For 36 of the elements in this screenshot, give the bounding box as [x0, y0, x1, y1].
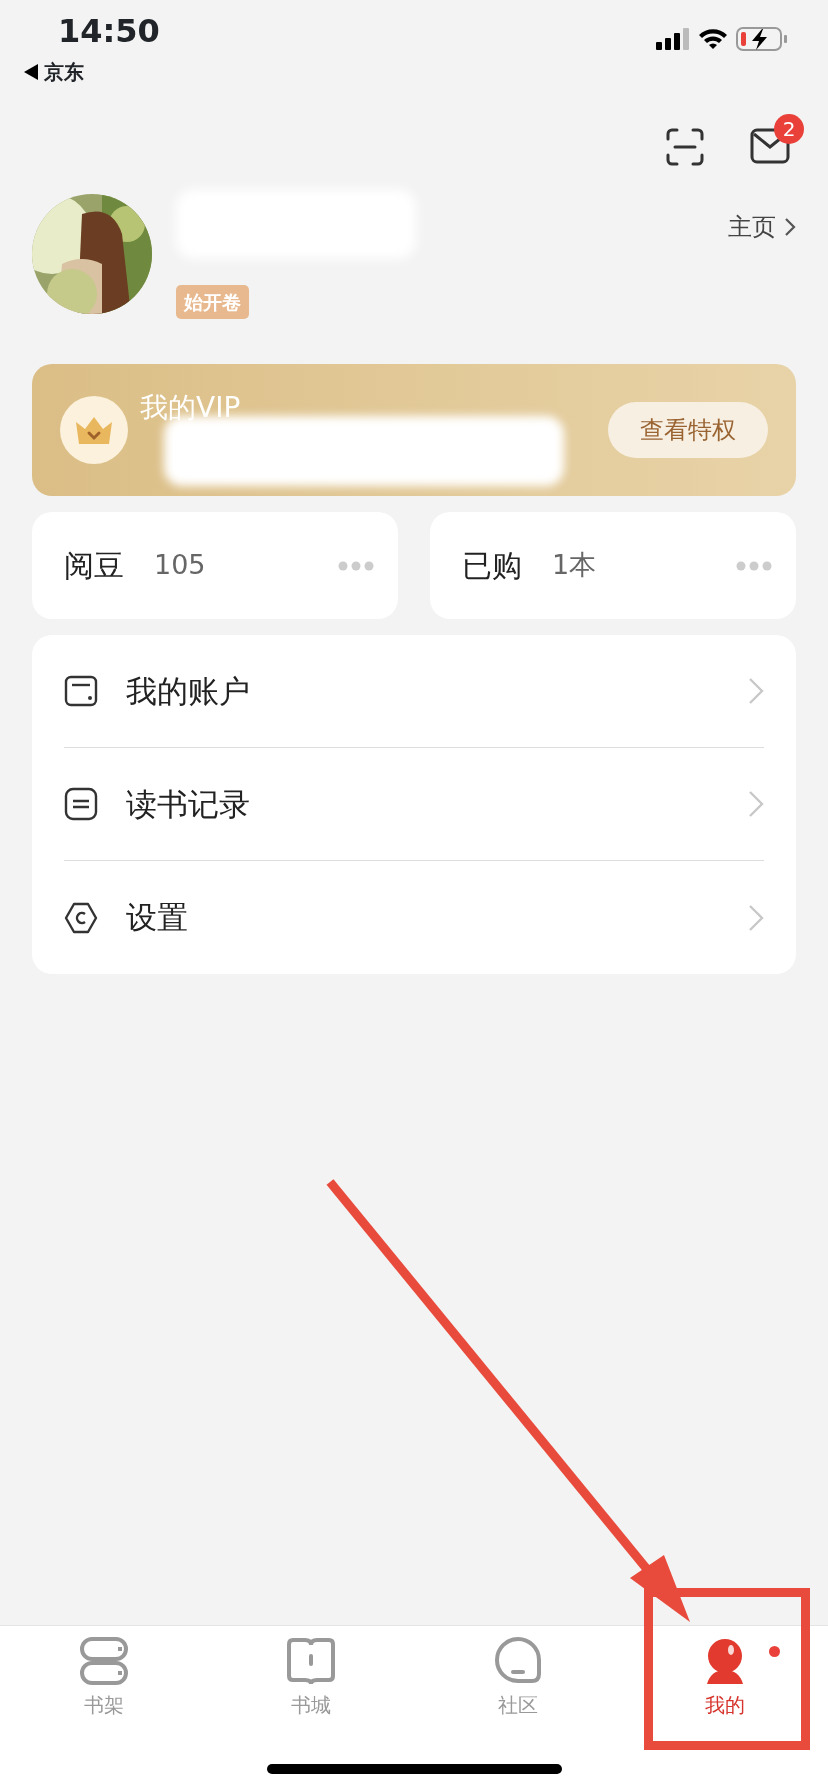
- level-badge: 始开卷: [176, 284, 249, 320]
- chevron-right-icon: [748, 677, 764, 705]
- stat-label: 已购: [462, 547, 522, 585]
- menu-item[interactable]: 设置: [64, 861, 764, 974]
- stat-card[interactable]: 阅豆 105: [32, 512, 398, 619]
- vip-title: 我的VIP: [140, 390, 241, 426]
- back-triangle-icon: [24, 64, 38, 81]
- more-icon: [338, 560, 374, 571]
- message-count-badge: 2: [774, 114, 804, 144]
- more-icon: [736, 560, 772, 571]
- back-app-link[interactable]: 京东: [44, 57, 84, 88]
- signal-icon: [656, 28, 690, 50]
- view-privileges-button[interactable]: 查看特权: [608, 402, 768, 458]
- note-icon: [64, 787, 98, 821]
- chevron-right-icon: [748, 790, 764, 818]
- home-link[interactable]: 主页: [728, 209, 776, 245]
- scan-icon[interactable]: [666, 128, 704, 166]
- stat-card[interactable]: 已购 1本: [430, 512, 796, 619]
- open-book-icon: [286, 1636, 335, 1686]
- vip-card[interactable]: 我的VIP 查看特权: [32, 364, 796, 496]
- chevron-right-icon: [748, 903, 764, 932]
- chat-bubble-icon: [493, 1636, 542, 1686]
- wifi-icon: [698, 28, 728, 50]
- stacked-books-icon: [79, 1636, 128, 1686]
- stat-value: 105: [154, 548, 206, 583]
- menu-item[interactable]: 读书记录: [64, 748, 764, 861]
- tab-item[interactable]: 我的: [621, 1626, 828, 1792]
- wallet-icon: [64, 674, 98, 708]
- status-time: 14:50: [58, 14, 160, 50]
- battery-charging-icon: [736, 26, 788, 52]
- stat-value: 1本: [552, 548, 597, 583]
- menu-item[interactable]: 我的账户: [64, 635, 764, 748]
- chevron-right-icon: [784, 217, 796, 237]
- settings-icon: [64, 900, 98, 935]
- crown-icon: [60, 396, 128, 464]
- stat-label: 阅豆: [64, 547, 124, 585]
